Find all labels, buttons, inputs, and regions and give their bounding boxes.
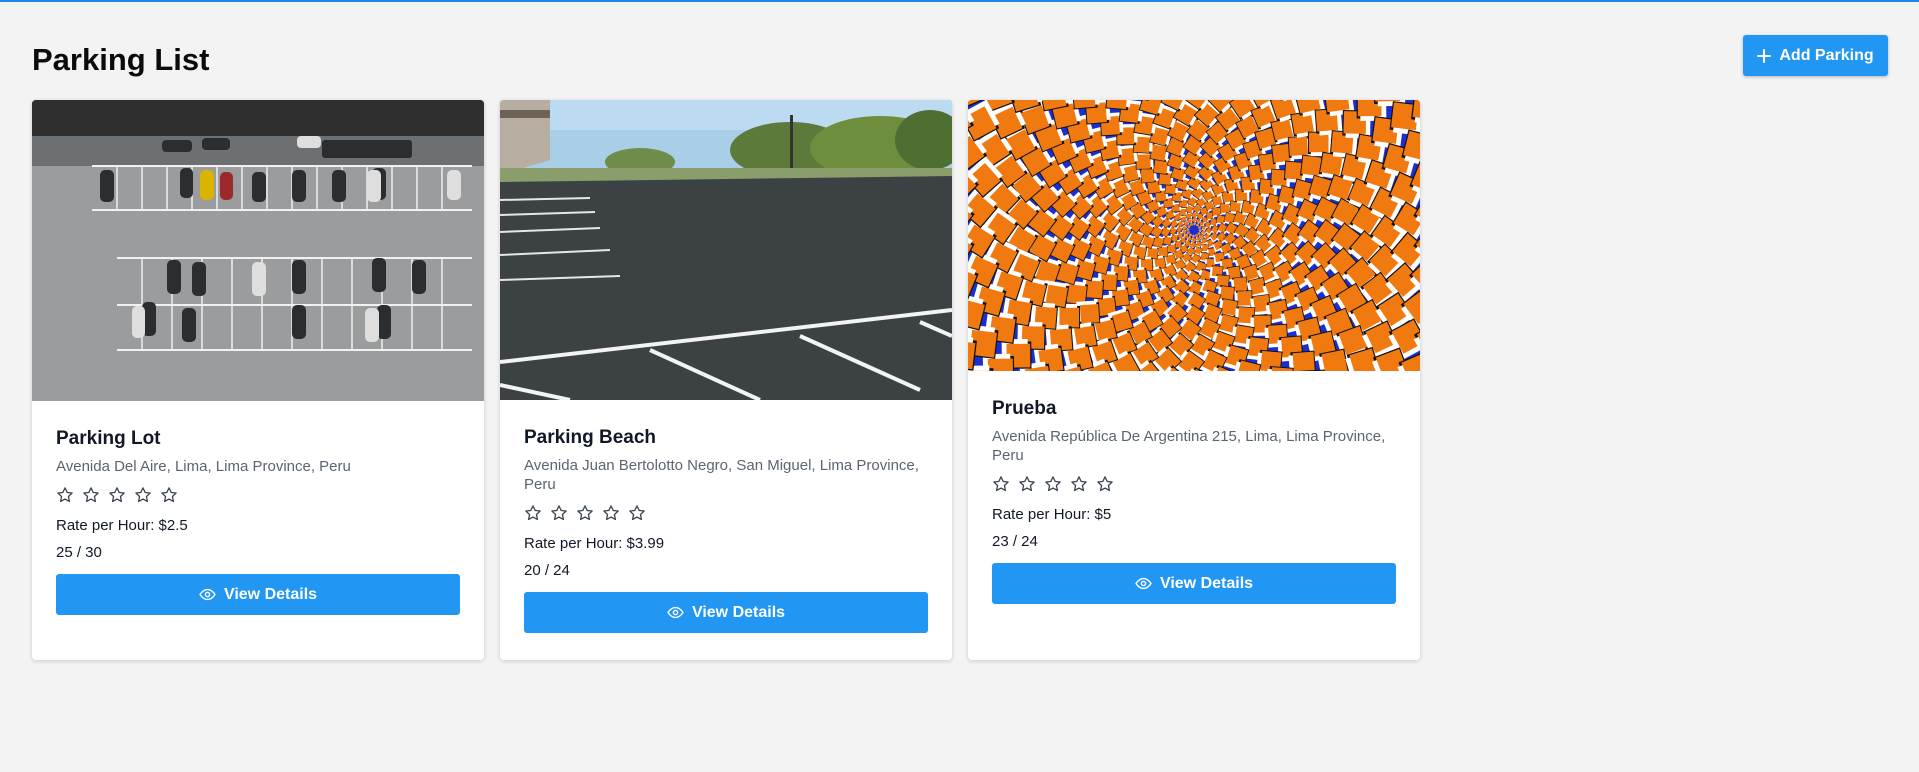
star-icon[interactable]	[550, 504, 568, 522]
view-details-button[interactable]: View Details	[524, 592, 928, 633]
parking-image	[32, 100, 484, 401]
star-icon[interactable]	[82, 486, 100, 504]
star-icon[interactable]	[134, 486, 152, 504]
available-slots: 25 / 30	[56, 544, 102, 561]
star-icon[interactable]	[160, 486, 178, 504]
star-icon[interactable]	[56, 486, 74, 504]
star-icon[interactable]	[1018, 475, 1036, 493]
rate-per-hour: Rate per Hour: $2.5	[56, 517, 188, 534]
star-icon[interactable]	[628, 504, 646, 522]
available-slots: 23 / 24	[992, 533, 1038, 550]
page-title: Parking List	[32, 42, 210, 77]
star-icon[interactable]	[992, 475, 1010, 493]
star-icon[interactable]	[602, 504, 620, 522]
parking-name: Parking Lot	[56, 428, 161, 449]
rate-per-hour: Rate per Hour: $5	[992, 506, 1112, 523]
view-details-button[interactable]: View Details	[992, 563, 1396, 604]
add-parking-label: Add Parking	[1779, 46, 1874, 64]
star-icon[interactable]	[524, 504, 542, 522]
parking-address: Avenida Juan Bertolotto Negro, San Migue…	[524, 457, 919, 493]
star-icon[interactable]	[108, 486, 126, 504]
parking-name: Prueba	[992, 398, 1057, 419]
eye-icon	[1135, 577, 1152, 590]
parking-address: Avenida República De Argentina 215, Lima…	[992, 428, 1386, 464]
eye-icon	[199, 588, 216, 601]
parking-card: Prueba Avenida República De Argentina 21…	[968, 100, 1420, 660]
parking-card: Parking Lot Avenida Del Aire, Lima, Lima…	[32, 100, 484, 660]
rating-stars[interactable]	[524, 502, 928, 524]
rating-stars[interactable]	[992, 473, 1396, 495]
rate-per-hour: Rate per Hour: $3.99	[524, 535, 665, 552]
view-details-label: View Details	[223, 585, 318, 603]
parking-image	[968, 100, 1420, 371]
eye-icon	[667, 606, 684, 619]
parking-address: Avenida Del Aire, Lima, Lima Province, P…	[56, 458, 351, 475]
view-details-label: View Details	[1159, 574, 1254, 592]
view-details-button[interactable]: View Details	[56, 574, 460, 615]
plus-icon	[1757, 48, 1772, 63]
page-header: Parking List Add Parking	[32, 35, 1888, 82]
available-slots: 20 / 24	[524, 562, 570, 579]
star-icon[interactable]	[576, 504, 594, 522]
parking-card: Parking Beach Avenida Juan Bertolotto Ne…	[500, 100, 952, 660]
star-icon[interactable]	[1070, 475, 1088, 493]
star-icon[interactable]	[1096, 475, 1114, 493]
rating-stars[interactable]	[56, 484, 460, 506]
star-icon[interactable]	[1044, 475, 1062, 493]
add-parking-button[interactable]: Add Parking	[1743, 35, 1888, 76]
view-details-label: View Details	[691, 603, 786, 621]
parking-image	[500, 100, 952, 400]
top-progress-bar	[0, 0, 1919, 2]
parking-name: Parking Beach	[524, 427, 656, 448]
